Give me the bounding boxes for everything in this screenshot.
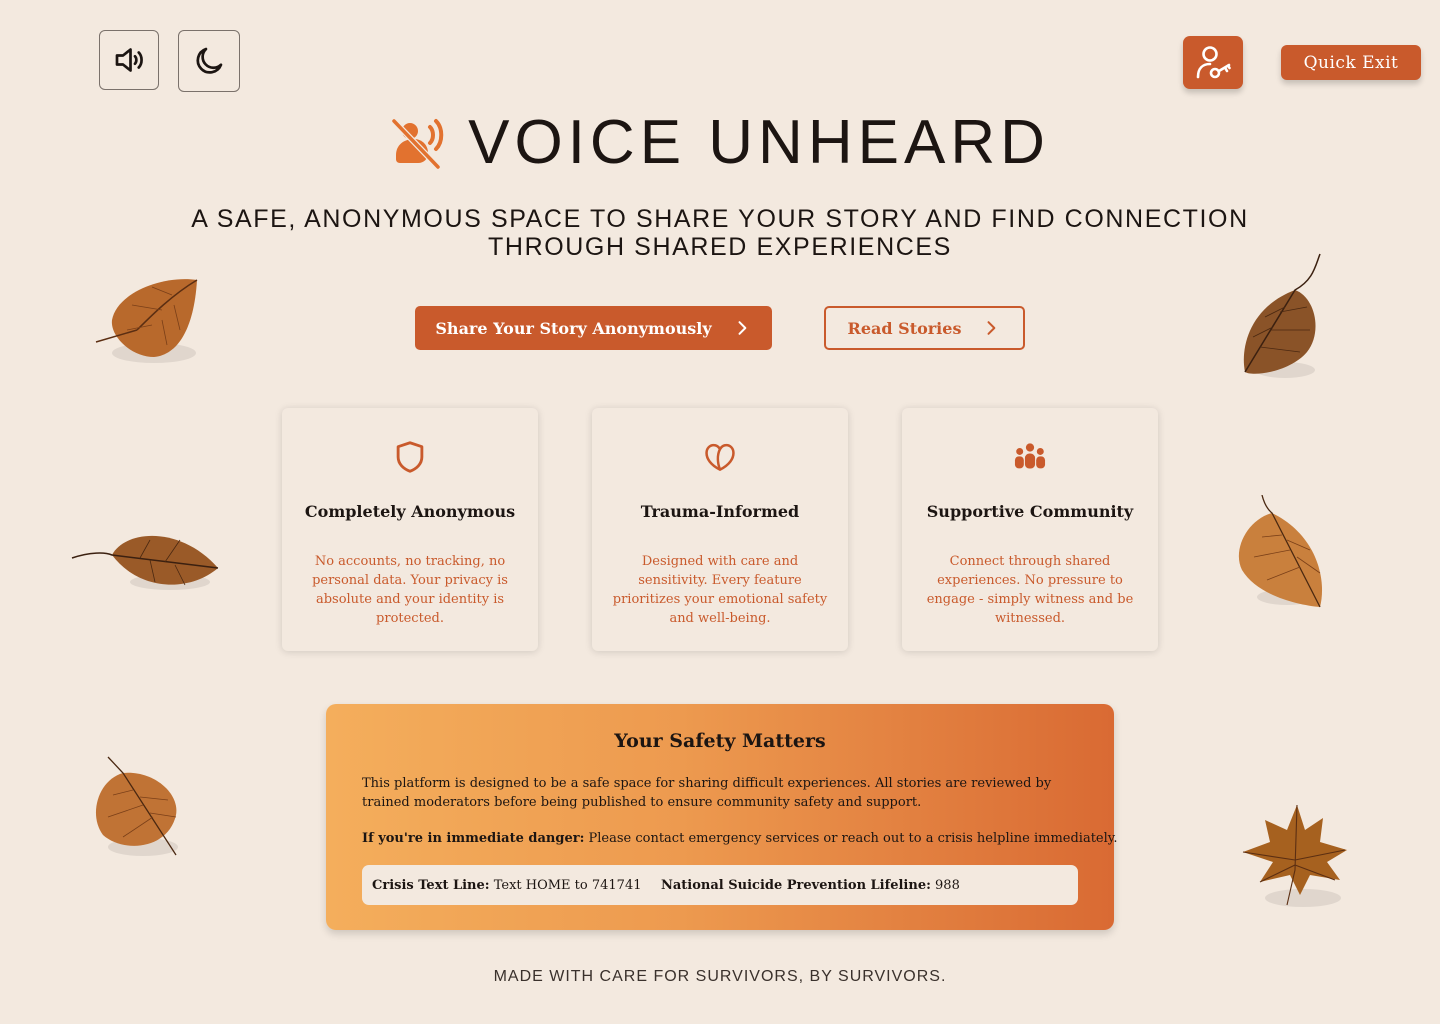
community-icon: [1014, 443, 1046, 469]
feature-description: Connect through shared experiences. No p…: [926, 554, 1134, 626]
leaf-decoration: [1242, 804, 1347, 907]
feature-card-community: Supportive Community Connect through sha…: [902, 408, 1158, 651]
lifeline-value: 988: [930, 877, 960, 893]
share-story-label: Share Your Story Anonymously: [435, 318, 712, 338]
feature-description: Designed with care and sensitivity. Ever…: [612, 554, 828, 626]
volume-icon: [115, 48, 143, 72]
read-stories-button[interactable]: Read Stories: [824, 306, 1025, 350]
danger-notice: If you're in immediate danger: Please co…: [362, 829, 1118, 848]
safety-description: This platform is designed to be a safe s…: [362, 776, 1052, 810]
crisis-text-line[interactable]: Crisis Text Line: Text HOME to 741741: [372, 878, 642, 893]
crisis-label: Crisis Text Line:: [372, 877, 490, 893]
helpline-box: Crisis Text Line: Text HOME to 741741 Na…: [362, 865, 1078, 905]
danger-label: If you're in immediate danger:: [362, 831, 585, 846]
leaf-decoration: [95, 756, 178, 856]
share-story-button[interactable]: Share Your Story Anonymously: [415, 306, 772, 350]
leaf-decoration: [1238, 495, 1323, 608]
muted-speech-icon: [391, 118, 444, 169]
leaf-decoration: [95, 279, 198, 363]
shield-icon: [396, 441, 424, 473]
safety-title: Your Safety Matters: [614, 730, 826, 752]
account-button[interactable]: [1183, 36, 1243, 89]
leaf-decoration: [71, 535, 219, 590]
safety-panel: Your Safety Matters This platform is des…: [326, 704, 1118, 930]
moon-icon: [196, 47, 223, 74]
feature-card-trauma-informed: Trauma-Informed Designed with care and s…: [592, 408, 848, 651]
read-stories-label: Read Stories: [847, 318, 962, 338]
feature-description: No accounts, no tracking, no personal da…: [312, 554, 508, 626]
feature-card-anonymous: Completely Anonymous No accounts, no tra…: [282, 408, 538, 651]
theme-toggle-button[interactable]: [178, 30, 240, 92]
tagline: A SAFE, ANONYMOUS SPACE TO SHARE YOUR ST…: [191, 205, 1249, 261]
leaf-decoration: [1243, 253, 1321, 378]
page-title: VOICE UNHEARD: [0, 108, 1440, 178]
user-key-icon: [1196, 45, 1231, 78]
feature-title: Trauma-Informed: [640, 502, 800, 521]
lifeline-label: National Suicide Prevention Lifeline:: [661, 877, 931, 893]
quick-exit-button[interactable]: Quick Exit: [1281, 45, 1421, 80]
footer-text: MADE WITH CARE FOR SURVIVORS, BY SURVIVO…: [493, 968, 947, 985]
feature-title: Supportive Community: [926, 502, 1134, 521]
suicide-lifeline[interactable]: National Suicide Prevention Lifeline: 98…: [661, 878, 960, 893]
feature-title: Completely Anonymous: [304, 502, 516, 521]
crisis-value: Text HOME to 741741: [489, 877, 642, 893]
chevron-right-icon: [987, 321, 996, 335]
site-title: VOICE UNHEARD: [468, 108, 1050, 177]
chevron-right-icon: [738, 321, 746, 335]
sound-toggle-button[interactable]: [99, 30, 159, 90]
heart-icon: [705, 443, 735, 471]
danger-text: Please contact emergency services or rea…: [584, 831, 1118, 846]
